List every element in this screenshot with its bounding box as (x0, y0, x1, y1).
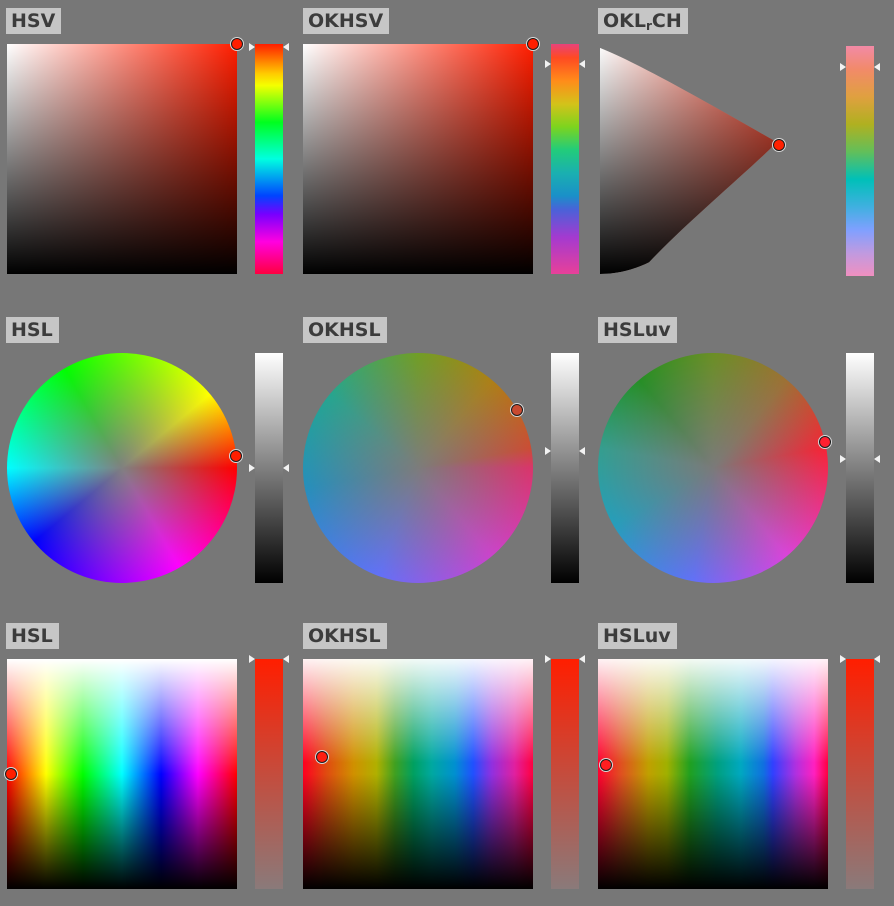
hsluv-hue-saturation-wheel[interactable] (598, 353, 828, 583)
okhsl-saturation-marker-left-icon (545, 655, 551, 663)
okhsv-hue-marker-right-icon (579, 60, 585, 68)
hsluv-hue-lightness-square[interactable] (598, 659, 828, 889)
oklrch-label-base: OKL (603, 10, 646, 32)
okhsl-hue-lightness-square[interactable] (303, 659, 533, 889)
hsv-hue-slider[interactable] (255, 44, 283, 274)
hsl-saturation-slider[interactable] (255, 659, 283, 889)
okhsl-saturation-slider[interactable] (551, 659, 579, 889)
okhsv-hue-slider[interactable] (551, 44, 579, 274)
hsluv-square-handle-icon[interactable] (600, 759, 612, 771)
hsluv-lightness-marker-left-icon (840, 455, 846, 463)
hsl-square-handle-icon[interactable] (5, 768, 17, 780)
okhsl-wheel-handle-icon[interactable] (511, 404, 523, 416)
oklrch-picker-label: OKLrCH (598, 8, 688, 34)
hsluv-saturation-slider[interactable] (846, 659, 874, 889)
okhsl-hue-saturation-wheel[interactable] (303, 353, 533, 583)
oklrch-hue-slider[interactable] (846, 46, 874, 276)
hsluv-saturation-marker-left-icon (840, 655, 846, 663)
hsv-picker-label: HSV (6, 8, 62, 34)
hsl-wheel-picker-label: HSL (6, 317, 59, 343)
okhsl-wheel-picker-label: OKHSL (303, 317, 387, 343)
okhsv-picker-label: OKHSV (303, 8, 390, 34)
hsl-saturation-marker-right-icon (283, 655, 289, 663)
okhsl-lightness-slider[interactable] (551, 353, 579, 583)
okhsv-square-handle-icon[interactable] (527, 38, 539, 50)
oklrch-hue-marker-right-icon (874, 63, 880, 71)
oklrch-label-rest: CH (651, 10, 682, 32)
hsl-square-picker-label: HSL (6, 623, 59, 649)
hsv-square-handle-icon[interactable] (231, 38, 243, 50)
hsluv-lightness-marker-right-icon (874, 455, 880, 463)
okhsl-square-handle-icon[interactable] (316, 751, 328, 763)
hsv-saturation-value-square[interactable] (7, 44, 237, 274)
hsl-lightness-marker-left-icon (249, 464, 255, 472)
hsl-lightness-marker-right-icon (283, 464, 289, 472)
hsl-wheel-handle-icon[interactable] (230, 450, 242, 462)
oklrch-plane-handle-icon[interactable] (773, 139, 785, 151)
hsv-hue-marker-left-icon (249, 43, 255, 51)
hsl-lightness-slider[interactable] (255, 353, 283, 583)
hsluv-wheel-handle-icon[interactable] (819, 436, 831, 448)
okhsl-lightness-marker-left-icon (545, 447, 551, 455)
hsl-hue-saturation-wheel[interactable] (7, 353, 237, 583)
okhsl-lightness-marker-right-icon (579, 447, 585, 455)
okhsl-square-picker-label: OKHSL (303, 623, 387, 649)
hsluv-saturation-marker-right-icon (874, 655, 880, 663)
okhsl-saturation-marker-right-icon (579, 655, 585, 663)
hsluv-lightness-slider[interactable] (846, 353, 874, 583)
hsl-saturation-marker-left-icon (249, 655, 255, 663)
hsl-hue-lightness-square[interactable] (7, 659, 237, 889)
okhsv-saturation-value-square[interactable] (303, 44, 533, 274)
hsluv-square-picker-label: HSLuv (598, 623, 677, 649)
hsluv-wheel-picker-label: HSLuv (598, 317, 677, 343)
oklrch-chroma-lightness-plane[interactable] (598, 44, 828, 274)
hsv-hue-marker-right-icon (283, 43, 289, 51)
oklrch-hue-marker-left-icon (840, 63, 846, 71)
okhsv-hue-marker-left-icon (545, 60, 551, 68)
